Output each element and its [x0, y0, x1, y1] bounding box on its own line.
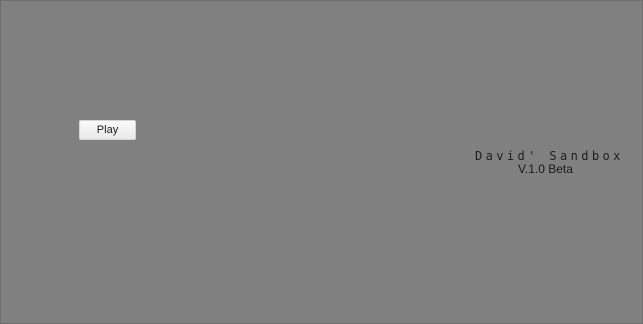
- version-label: V.1.0 Beta: [518, 162, 573, 176]
- game-canvas[interactable]: Play David' Sandbox V.1.0 Beta: [0, 0, 643, 324]
- play-button[interactable]: Play: [79, 120, 136, 140]
